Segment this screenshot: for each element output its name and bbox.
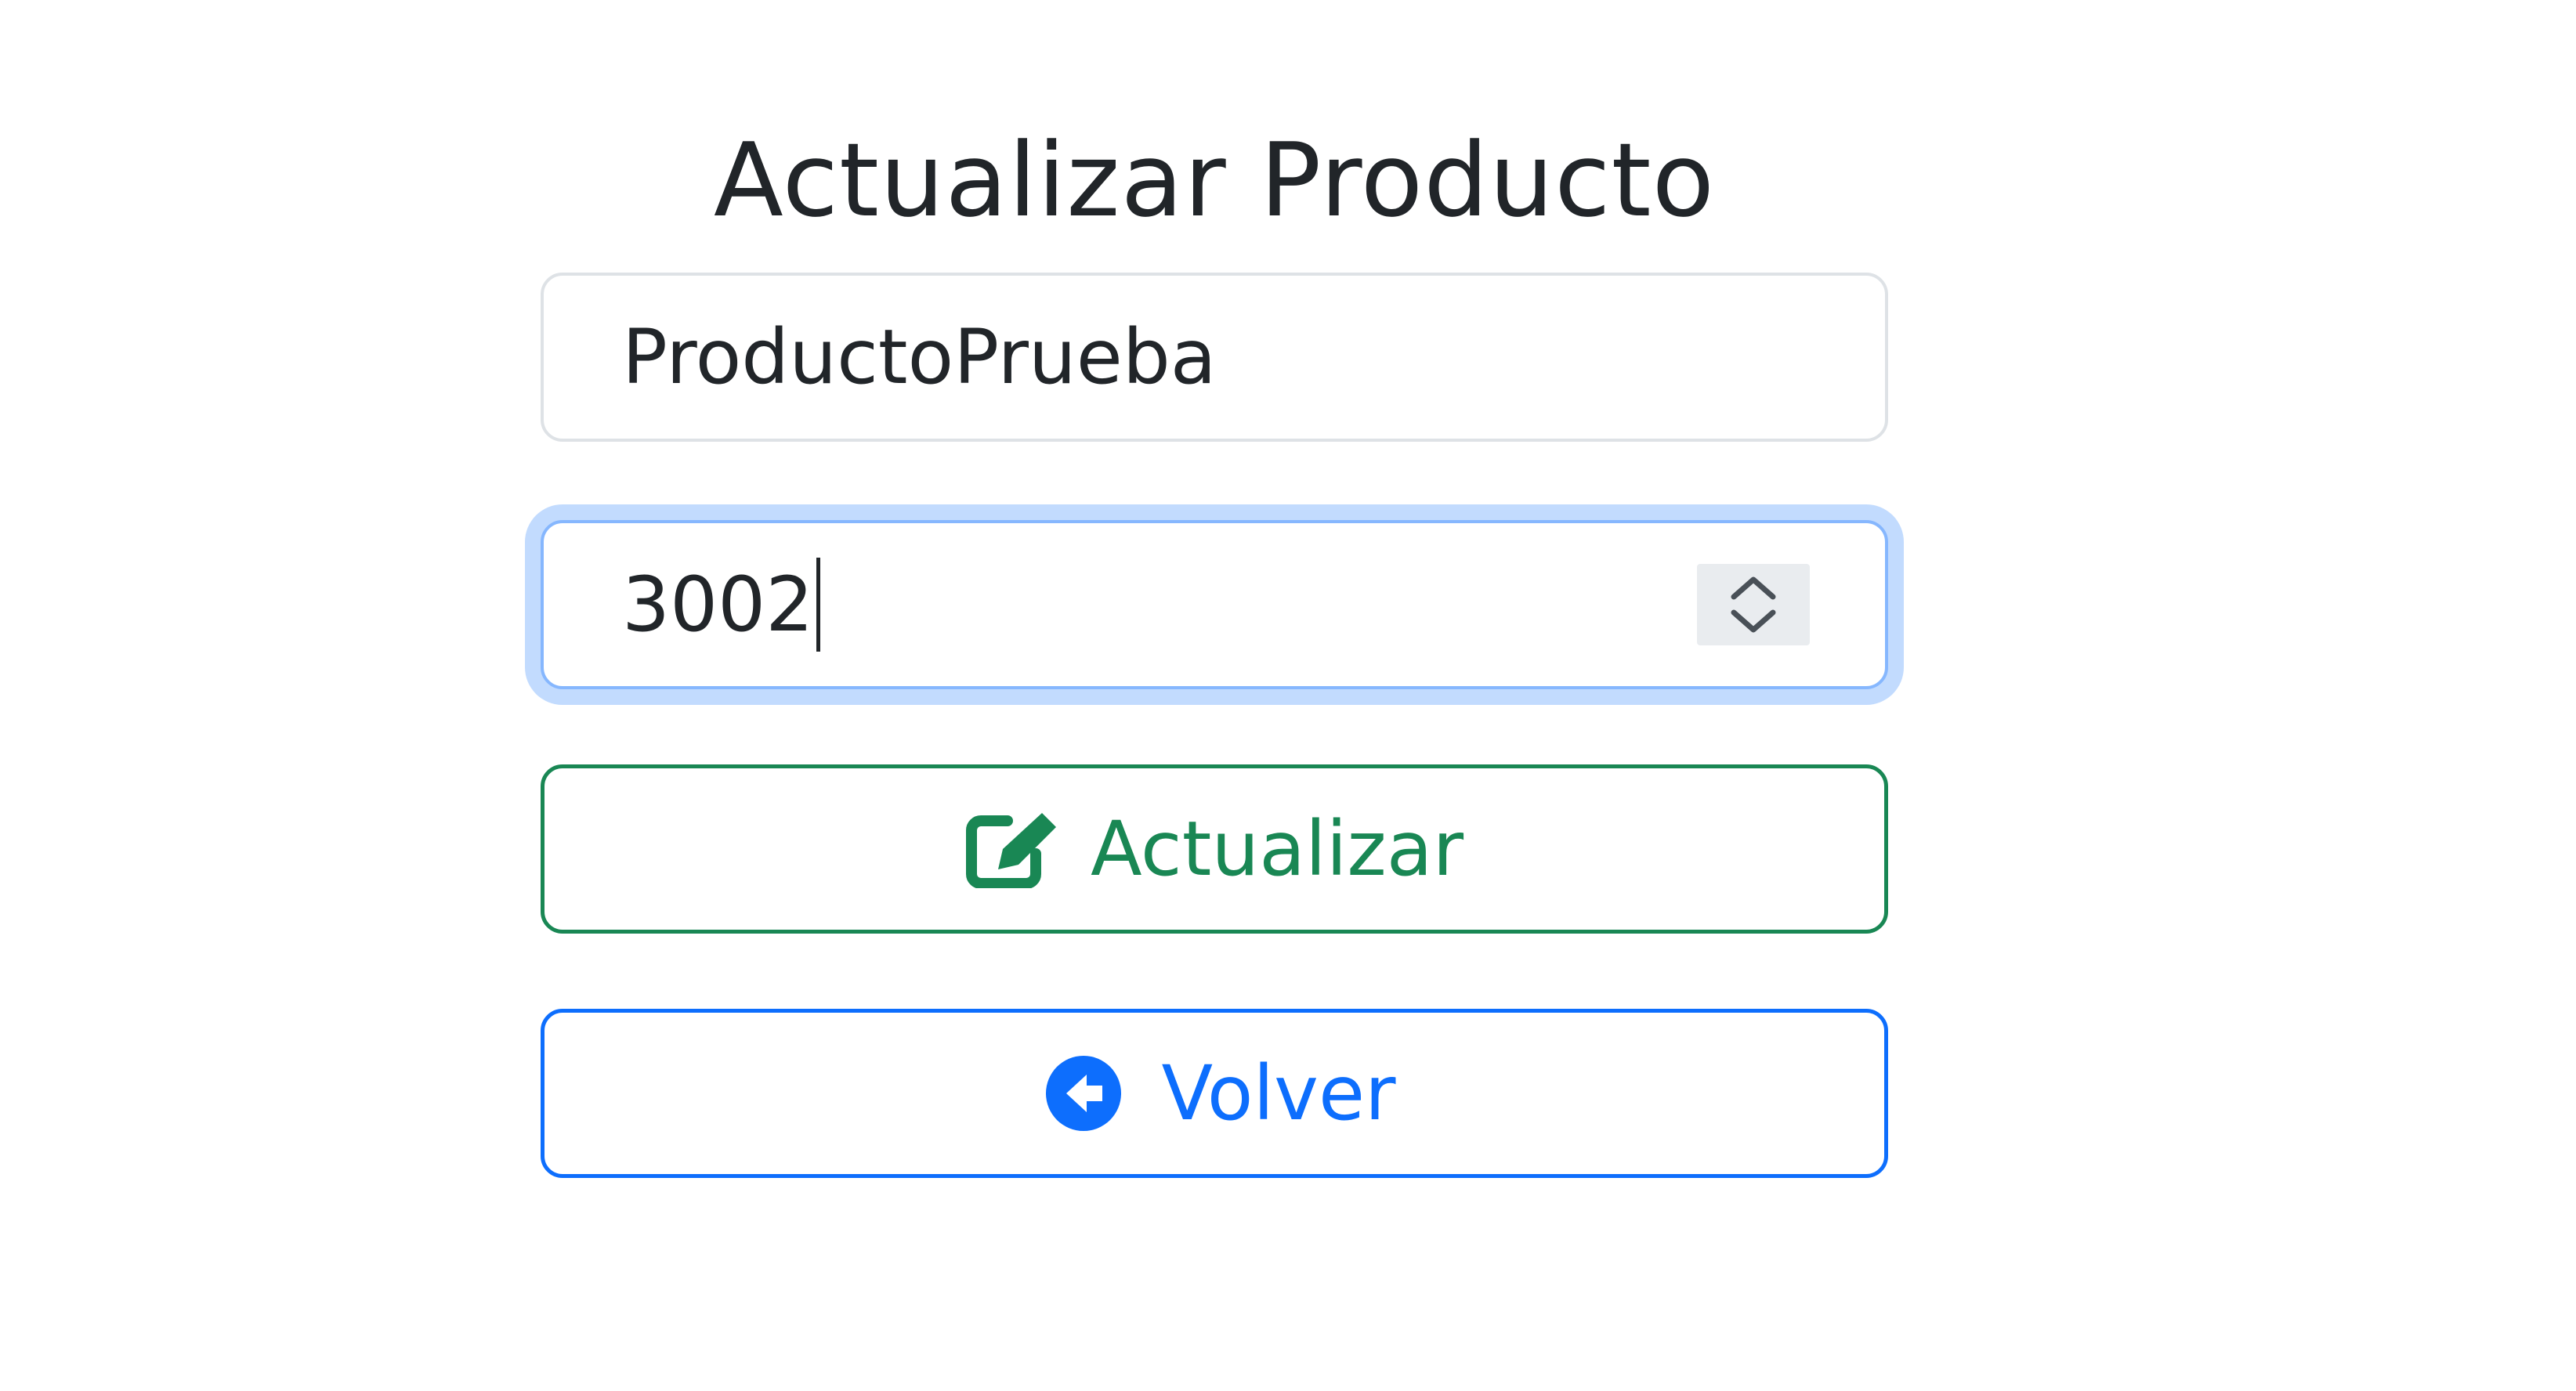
text-cursor [816,558,821,652]
number-spinner[interactable] [1697,564,1810,645]
quantity-value: 3002 [622,561,814,649]
back-button-label: Volver [1161,1050,1396,1137]
arrow-circle-left-icon [1033,1054,1134,1133]
update-product-form: Actualizar Producto ProductoPrueba 3002 … [541,110,1888,1178]
back-button[interactable]: Volver [541,1009,1888,1178]
product-name-value: ProductoPrueba [622,313,1217,401]
product-name-input[interactable]: ProductoPrueba [541,273,1888,442]
update-button[interactable]: Actualizar [541,764,1888,934]
update-button-label: Actualizar [1090,805,1464,893]
spinner-arrows-icon [1731,576,1776,633]
edit-icon [965,810,1062,888]
page-title: Actualizar Producto [713,121,1716,240]
quantity-input[interactable]: 3002 [541,520,1888,689]
